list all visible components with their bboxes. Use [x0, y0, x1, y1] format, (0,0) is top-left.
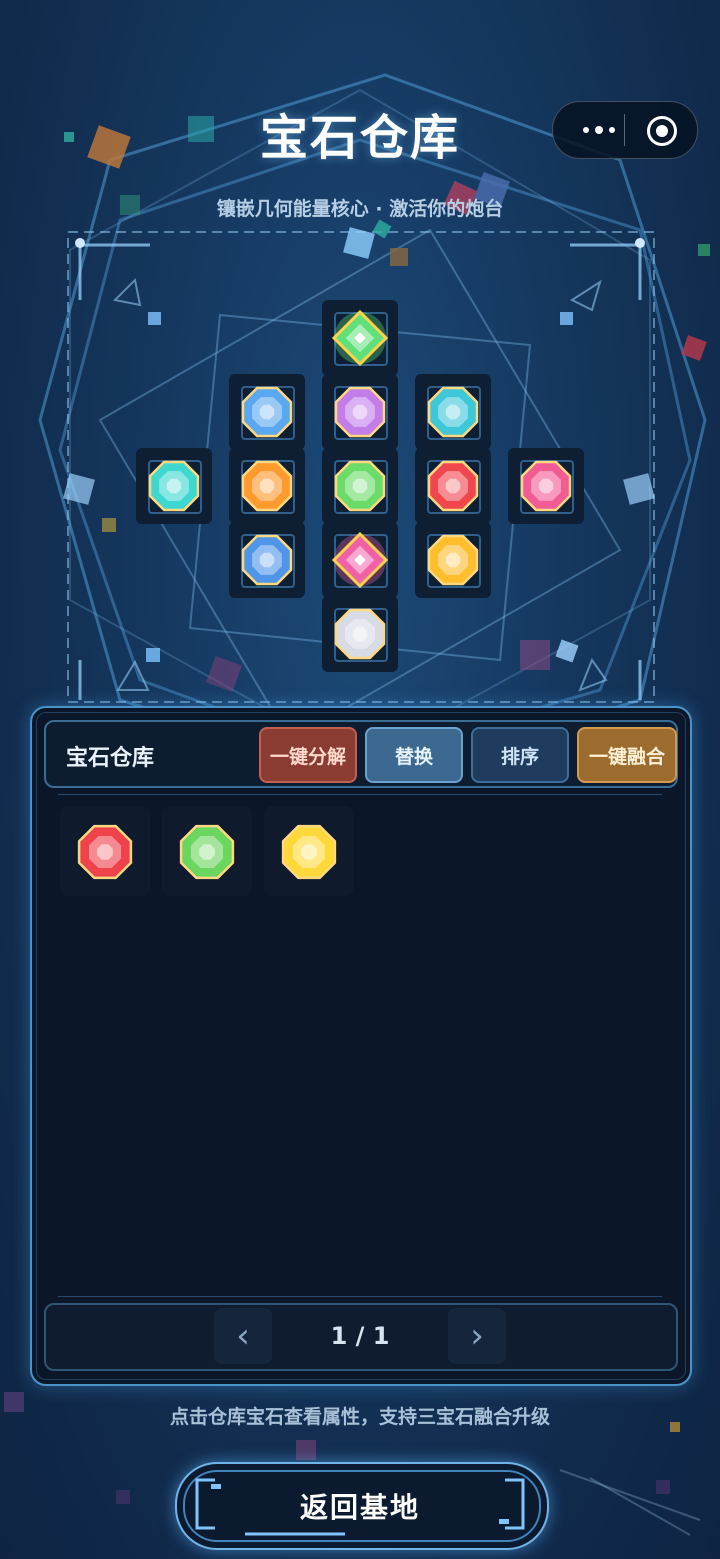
gem-socket-row4-right[interactable]: [415, 522, 491, 598]
target-circle-icon[interactable]: [647, 116, 677, 146]
gem-icon: [334, 608, 386, 660]
gem-socket-row4-center[interactable]: [322, 522, 398, 598]
gem-socket-row2-center[interactable]: [322, 374, 398, 450]
inventory-gem-slot[interactable]: [162, 806, 252, 896]
gem-icon: [241, 460, 293, 512]
gem-socket-row4-left[interactable]: [229, 522, 305, 598]
inventory-gem-slot[interactable]: [60, 806, 150, 896]
gem-socket-row3-far-left[interactable]: [136, 448, 212, 524]
inventory-divider-top: [58, 794, 662, 795]
gem-icon: [334, 386, 386, 438]
gem-icon: [281, 824, 337, 880]
gem-icon: [334, 460, 386, 512]
gem-socket-row3-right[interactable]: [415, 448, 491, 524]
inventory-title: 宝石仓库: [66, 746, 155, 771]
gem-icon: [331, 531, 389, 589]
fuse-all-button[interactable]: 一键融合: [577, 727, 677, 783]
gem-socket-bottom[interactable]: [322, 596, 398, 672]
replace-button[interactable]: 替换: [365, 727, 463, 783]
gem-icon: [179, 824, 235, 880]
gem-icon: [331, 309, 389, 367]
inventory-gem-slot[interactable]: [264, 806, 354, 896]
sort-button[interactable]: 排序: [471, 727, 569, 783]
inventory-divider-bottom: [58, 1296, 662, 1297]
gem-icon: [427, 460, 479, 512]
more-dots-icon[interactable]: [569, 114, 629, 146]
page-indicator: 1 / 1: [330, 1322, 390, 1350]
gem-socket-row2-right[interactable]: [415, 374, 491, 450]
capsule-divider: [624, 114, 625, 146]
gem-icon: [77, 824, 133, 880]
gem-icon: [520, 460, 572, 512]
gem-icon: [241, 386, 293, 438]
mini-program-capsule: [552, 101, 698, 159]
gem-icon: [148, 460, 200, 512]
hint-text: 点击仓库宝石查看属性，支持三宝石融合升级: [169, 1406, 550, 1428]
back-to-base-label: 返回基地: [299, 1491, 420, 1524]
gem-icon: [241, 534, 293, 586]
gem-socket-row3-center[interactable]: [322, 448, 398, 524]
prev-page-button[interactable]: ‹: [214, 1308, 272, 1364]
gem-socket-row2-left[interactable]: [229, 374, 305, 450]
next-page-button[interactable]: ›: [448, 1308, 506, 1364]
gem-socket-row3-far-right[interactable]: [508, 448, 584, 524]
gem-socket-top[interactable]: [322, 300, 398, 376]
gem-icon: [427, 386, 479, 438]
page-subtitle: 镶嵌几何能量核心 · 激活你的炮台: [216, 198, 504, 220]
gem-icon: [427, 534, 479, 586]
decompose-all-button[interactable]: 一键分解: [259, 727, 357, 783]
gem-socket-row3-left[interactable]: [229, 448, 305, 524]
